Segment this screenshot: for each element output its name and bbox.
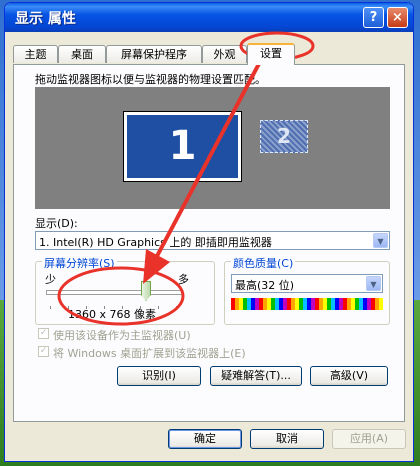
display-properties-window: 显示 属性 ? × 主题 桌面 屏幕保护程序 外观 设置 拖动监视器图标以便与监… bbox=[4, 2, 414, 462]
slider-tick bbox=[176, 306, 177, 309]
resolution-less-label: 少 bbox=[45, 273, 56, 286]
color-quality-group: 颜色质量(C) 最高(32 位) ▼ bbox=[224, 255, 390, 325]
primary-monitor-checkbox[interactable]: ✓ bbox=[38, 328, 49, 339]
extend-desktop-checkbox[interactable]: ✓ bbox=[38, 346, 49, 357]
color-spectrum-bar bbox=[231, 298, 383, 310]
display-label: 显示(D): bbox=[35, 217, 78, 230]
chevron-down-icon[interactable]: ▼ bbox=[366, 276, 381, 291]
help-button[interactable]: ? bbox=[363, 7, 384, 28]
extend-desktop-label: 将 Windows 桌面扩展到该监视器上(E) bbox=[53, 347, 246, 360]
monitor-1-icon[interactable]: 1 bbox=[123, 111, 242, 182]
color-quality-group-label: 颜色质量(C) bbox=[231, 255, 296, 271]
instruction-text: 拖动监视器图标以便与监视器的物理设置匹配。 bbox=[35, 73, 266, 86]
color-quality-select[interactable]: 最高(32 位) ▼ bbox=[231, 274, 383, 293]
troubleshoot-button[interactable]: 疑难解答(T)... bbox=[210, 366, 302, 386]
chevron-down-icon[interactable]: ▼ bbox=[373, 233, 388, 248]
color-quality-value: 最高(32 位) bbox=[235, 279, 295, 292]
advanced-button[interactable]: 高级(V) bbox=[310, 366, 388, 386]
window-title: 显示 属性 bbox=[15, 11, 76, 27]
tab-screensaver[interactable]: 屏幕保护程序 bbox=[106, 45, 202, 63]
apply-button[interactable]: 应用(A) bbox=[332, 429, 406, 449]
resolution-more-label: 多 bbox=[178, 273, 189, 286]
primary-monitor-label: 使用该设备作为主监视器(U) bbox=[53, 329, 191, 342]
resolution-group-label: 屏幕分辨率(S) bbox=[42, 255, 117, 271]
monitor-arrangement-area[interactable]: 1 2 bbox=[35, 87, 390, 209]
resolution-value: 1360 x 768 像素 bbox=[68, 308, 156, 321]
help-icon: ? bbox=[369, 10, 378, 25]
slider-tick bbox=[50, 306, 51, 309]
display-select-value: 1. Intel(R) HD Graphics 上的 即插即用监视器 bbox=[39, 236, 272, 249]
close-icon: × bbox=[392, 10, 403, 25]
tab-appearance[interactable]: 外观 bbox=[202, 45, 247, 63]
resolution-group: 屏幕分辨率(S) 少 多 1360 x 768 像素 bbox=[35, 255, 215, 325]
resolution-slider-track[interactable] bbox=[46, 290, 183, 295]
tab-themes[interactable]: 主题 bbox=[13, 45, 58, 63]
resolution-slider-thumb[interactable] bbox=[141, 281, 151, 301]
cancel-button[interactable]: 取消 bbox=[250, 429, 324, 449]
tab-desktop[interactable]: 桌面 bbox=[58, 45, 106, 63]
tab-settings[interactable]: 设置 bbox=[247, 43, 295, 65]
monitor-2-icon[interactable]: 2 bbox=[260, 120, 308, 153]
identify-button[interactable]: 识别(I) bbox=[117, 366, 201, 386]
settings-panel: 拖动监视器图标以便与监视器的物理设置匹配。 1 2 显示(D): 1. Inte… bbox=[13, 64, 405, 422]
display-select[interactable]: 1. Intel(R) HD Graphics 上的 即插即用监视器 ▼ bbox=[35, 231, 390, 250]
close-button[interactable]: × bbox=[387, 7, 408, 28]
ok-button[interactable]: 确定 bbox=[168, 429, 242, 449]
title-bar[interactable]: 显示 属性 ? × bbox=[5, 3, 413, 32]
slider-tick bbox=[158, 306, 159, 309]
